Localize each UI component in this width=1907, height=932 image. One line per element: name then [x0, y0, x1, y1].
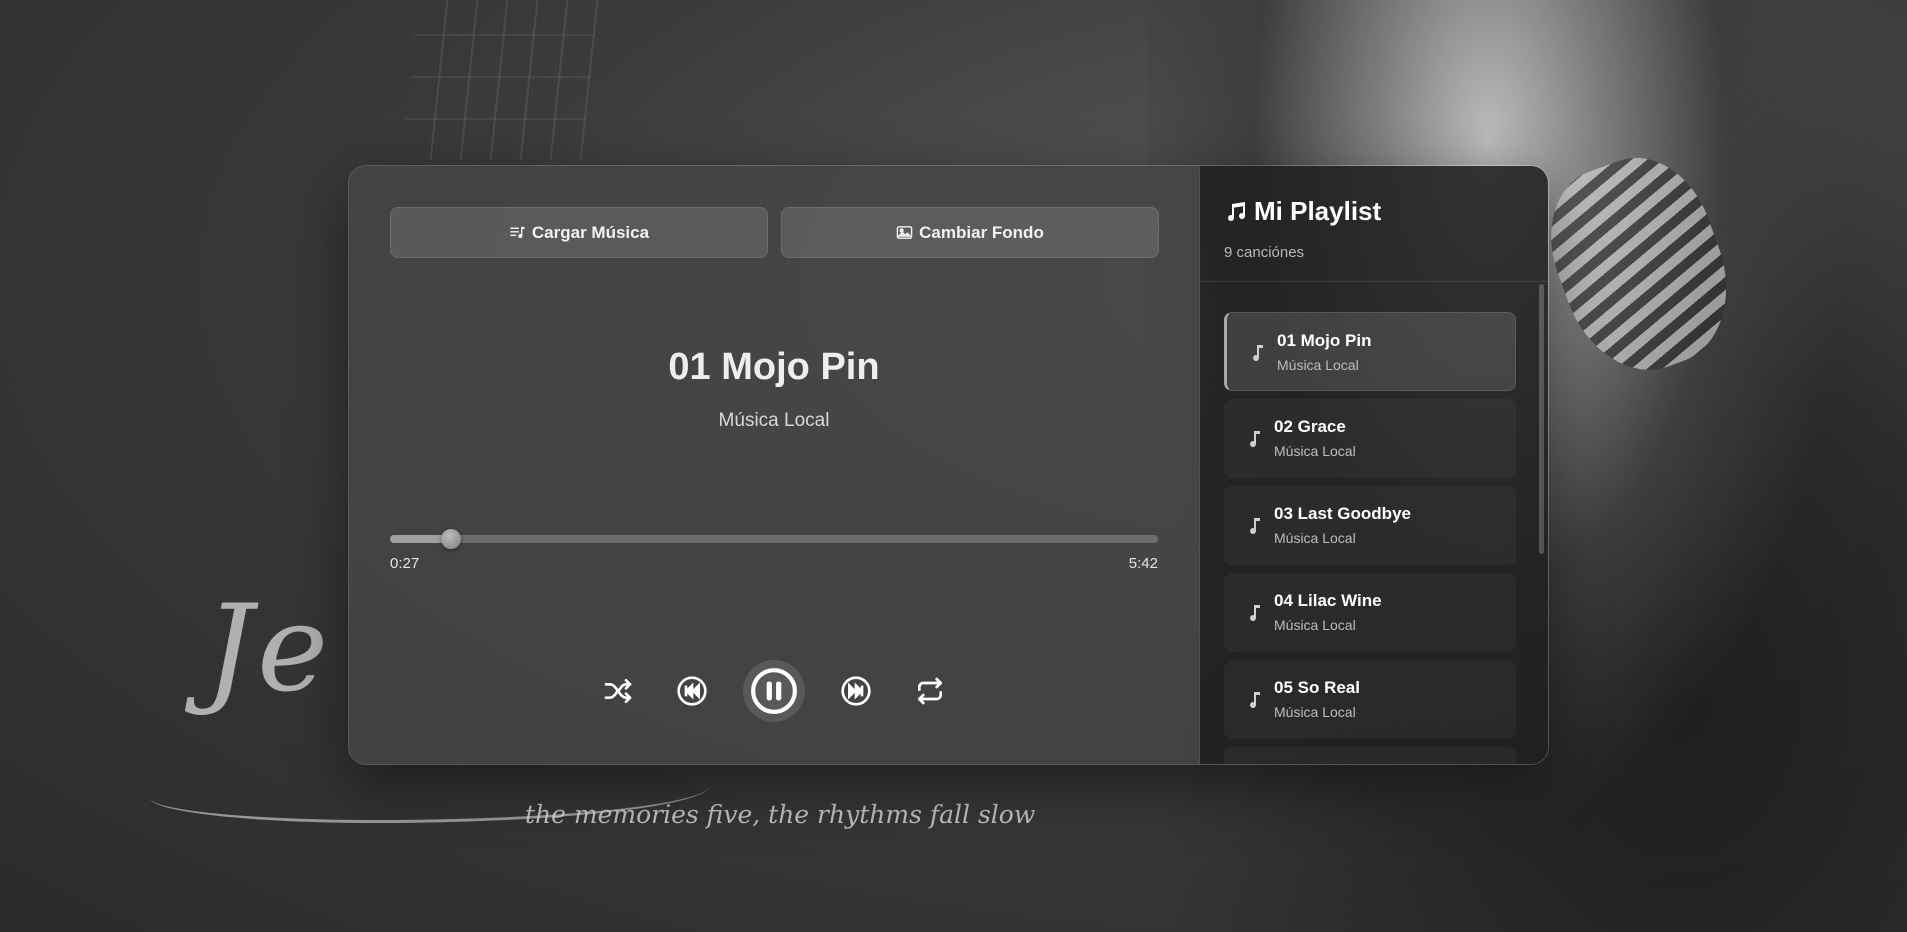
playlist-item[interactable]: 05 So Real Música Local: [1224, 660, 1516, 739]
music-note-icon: [1250, 605, 1260, 622]
pause-icon: [751, 668, 797, 714]
previous-track-icon: [677, 676, 707, 706]
playlist-item-title: 03 Last Goodbye: [1274, 504, 1411, 523]
playlist-scrollbar[interactable]: [1539, 284, 1544, 554]
playlist-item-title: 01 Mojo Pin: [1277, 331, 1372, 350]
playlist-item-artist: Música Local: [1274, 530, 1356, 546]
repeat-icon: [918, 677, 942, 705]
playlist-item-artist: Música Local: [1274, 704, 1356, 720]
playback-controls: [349, 659, 1199, 723]
playlist-item[interactable]: 03 Last Goodbye Música Local: [1224, 486, 1516, 565]
playlist-count: 9 canciónes: [1224, 244, 1305, 261]
playlist-music-icon: [510, 226, 525, 239]
playlist-item-title: 05 So Real: [1274, 678, 1360, 697]
load-music-button[interactable]: Cargar Música: [390, 207, 768, 258]
music-note-icon: [1228, 201, 1246, 221]
previous-button[interactable]: [675, 674, 709, 708]
music-note-icon: [1250, 431, 1260, 448]
current-time: 0:27: [390, 555, 420, 572]
song-title: 01 Mojo Pin: [668, 346, 880, 388]
progress-thumb[interactable]: [440, 529, 461, 549]
progress-bar[interactable]: [390, 529, 1158, 549]
background-script-text: Je: [205, 580, 333, 719]
music-note-icon: [1250, 692, 1260, 709]
playlist-item-artist: Música Local: [1277, 357, 1359, 373]
playlist-item-artist: Música Local: [1274, 443, 1356, 459]
playlist-item-active[interactable]: 01 Mojo Pin Música Local: [1224, 312, 1516, 391]
background-tagline: the memories five, the rhythms fall slow: [525, 800, 1036, 829]
next-button[interactable]: [839, 674, 873, 708]
change-background-label: Cambiar Fondo: [919, 222, 1044, 242]
song-artist: Música Local: [718, 410, 830, 431]
repeat-button[interactable]: [913, 674, 947, 708]
playlist-item[interactable]: [1224, 747, 1516, 764]
playlist-panel: Mi Playlist 9 canciónes 01 Mojo Pin Músi…: [1200, 166, 1548, 764]
music-player-card: Cargar Música Cambiar Fondo 01 Mojo Pin …: [348, 165, 1549, 765]
shuffle-button[interactable]: [601, 674, 635, 708]
playlist-title-text: Mi Playlist: [1254, 196, 1382, 226]
play-pause-button[interactable]: [743, 660, 805, 722]
next-track-icon: [841, 676, 871, 706]
player-panel: Cargar Música Cambiar Fondo 01 Mojo Pin …: [349, 166, 1200, 764]
playlist-title: Mi Playlist: [1224, 196, 1381, 227]
playlist-item-artist: Música Local: [1274, 617, 1356, 633]
total-time: 5:42: [1128, 555, 1158, 572]
image-icon: [896, 226, 913, 239]
shuffle-icon: [604, 679, 632, 703]
playlist-item-title: 04 Lilac Wine: [1274, 591, 1382, 610]
background-guitar: [401, 0, 599, 160]
playlist-item[interactable]: 02 Grace Música Local: [1224, 399, 1516, 478]
playlist-item-title: 02 Grace: [1274, 417, 1346, 436]
playlist-header: Mi Playlist 9 canciónes: [1200, 166, 1548, 282]
playlist-list: 01 Mojo Pin Música Local 02 Grace Música…: [1224, 312, 1516, 764]
music-note-icon: [1253, 345, 1263, 362]
change-background-button[interactable]: Cambiar Fondo: [781, 207, 1159, 258]
playlist-item[interactable]: 04 Lilac Wine Música Local: [1224, 573, 1516, 652]
music-note-icon: [1250, 518, 1260, 535]
load-music-label: Cargar Música: [531, 222, 650, 242]
